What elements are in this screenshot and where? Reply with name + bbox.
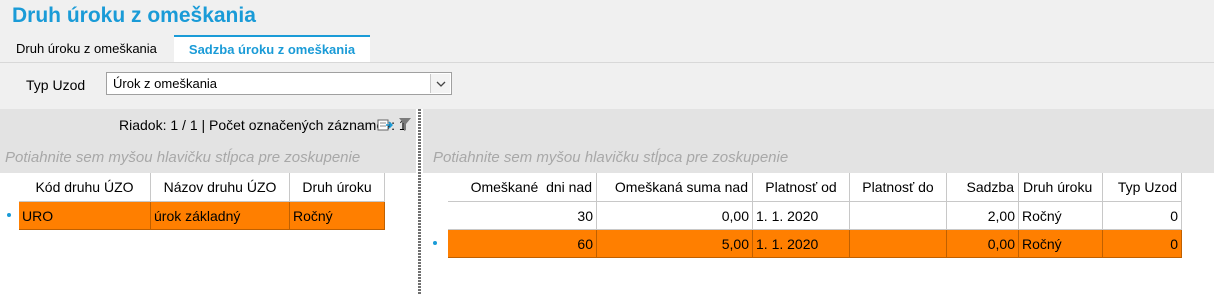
filter-bar: Typ Uzod Úrok z omeškania [0,62,1214,108]
cell-typ[interactable]: 0 [1102,201,1182,230]
right-info-bar [423,109,1214,139]
right-grid: Omeškané dni nad Omeškaná suma nad Platn… [448,173,1182,258]
col-platnost-do[interactable]: Platnosť do [849,173,947,202]
table-row[interactable]: 30 0,00 1. 1. 2020 2,00 Ročný 0 [448,201,1182,230]
typ-uzod-select[interactable]: Úrok z omeškania [106,72,452,95]
export-icon[interactable] [377,118,394,135]
col-typ-uzod[interactable]: Typ Uzod [1102,173,1182,202]
col-sadzba[interactable]: Sadzba [946,173,1019,202]
header-row: Kód druhu ÚZO Názov druhu ÚZO Druh úroku [19,173,385,202]
cell-druh[interactable]: Ročný [289,201,385,230]
group-hint: Potiahnite sem myšou hlavičku stĺpca pre… [433,149,789,166]
col-platnost-od[interactable]: Platnosť od [752,173,850,202]
tab-bar: Druh úroku z omeškania Sadzba úroku z om… [0,35,1214,62]
cell-dni[interactable]: 30 [448,201,597,230]
cell-kod[interactable]: URO [19,201,151,230]
typ-uzod-label: Typ Uzod [26,77,86,93]
row-indicator [7,213,11,217]
cell-dni[interactable]: 60 [448,229,597,258]
col-druh[interactable]: Druh úroku [289,173,385,202]
col-kod[interactable]: Kód druhu ÚZO [19,173,151,202]
group-hint: Potiahnite sem myšou hlavičku stĺpca pre… [5,149,361,166]
cell-od[interactable]: 1. 1. 2020 [752,229,850,258]
cell-do[interactable] [849,201,947,230]
cell-od[interactable]: 1. 1. 2020 [752,201,850,230]
left-grid-panel: Riadok: 1 / 1 | Počet označených záznamo… [0,109,416,294]
cell-typ[interactable]: 0 [1102,229,1182,258]
panel-splitter[interactable] [416,109,423,294]
cell-nazov[interactable]: úrok základný [150,201,290,230]
left-group-panel[interactable]: Potiahnite sem myšou hlavičku stĺpca pre… [0,139,416,173]
cell-do[interactable] [849,229,947,258]
table-row[interactable]: URO úrok základný Ročný [19,201,385,230]
cell-sadzba[interactable]: 0,00 [946,229,1019,258]
col-omeskane-dni[interactable]: Omeškané dni nad [448,173,597,202]
header-row: Omeškané dni nad Omeškaná suma nad Platn… [448,173,1182,202]
cell-druh[interactable]: Ročný [1018,201,1103,230]
right-grid-panel: Potiahnite sem myšou hlavičku stĺpca pre… [423,109,1214,294]
tab-sadzba-uroku[interactable]: Sadzba úroku z omeškania [174,35,370,62]
left-info-bar: Riadok: 1 / 1 | Počet označených záznamo… [0,109,416,139]
col-druh-uroku[interactable]: Druh úroku [1018,173,1103,202]
cell-druh[interactable]: Ročný [1018,229,1103,258]
table-row[interactable]: 60 5,00 1. 1. 2020 0,00 Ročný 0 [448,229,1182,258]
tab-druh-uroku[interactable]: Druh úroku z omeškania [8,37,165,61]
left-grid: Kód druhu ÚZO Názov druhu ÚZO Druh úroku… [19,173,385,230]
right-group-panel[interactable]: Potiahnite sem myšou hlavičku stĺpca pre… [423,139,1214,173]
cell-suma[interactable]: 5,00 [596,229,753,258]
cell-sadzba[interactable]: 2,00 [946,201,1019,230]
page-title: Druh úroku z omeškania [12,4,256,27]
row-info: Riadok: 1 / 1 | Počet označených záznamo… [119,117,407,133]
col-omeskana-suma[interactable]: Omeškaná suma nad [596,173,753,202]
col-nazov[interactable]: Názov druhu ÚZO [150,173,290,202]
cell-suma[interactable]: 0,00 [596,201,753,230]
filter-icon[interactable] [398,117,412,135]
typ-uzod-value: Úrok z omeškania [113,76,218,91]
chevron-down-icon[interactable] [430,74,450,93]
row-indicator [433,241,437,245]
